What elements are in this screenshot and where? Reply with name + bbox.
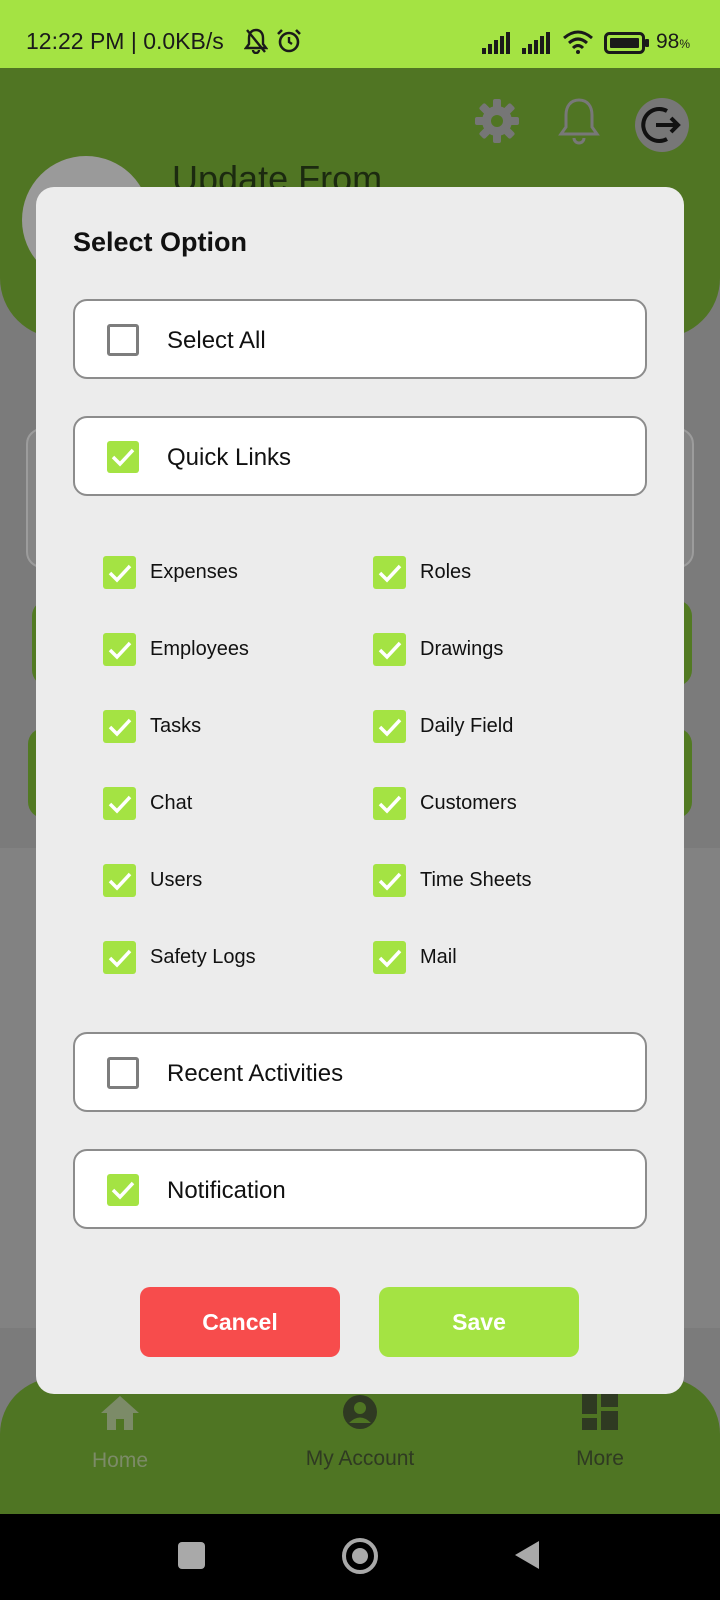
checkmark-icon [108,564,131,583]
quick-link-label: Chat [150,792,193,814]
checkmark-icon [378,872,401,891]
nav-item-home[interactable]: Home [30,1394,210,1473]
quick-link-label: Tasks [150,715,202,737]
quick-link-expenses[interactable]: Expenses [103,556,238,589]
checkmark-icon [108,872,131,891]
option-label: Select All [167,327,266,354]
wifi-icon [562,30,594,59]
battery-icon [604,32,650,59]
quick-link-chat[interactable]: Chat [103,787,192,820]
checkbox[interactable] [373,633,406,666]
checkbox[interactable] [103,941,136,974]
quick-link-customers[interactable]: Customers [373,787,517,820]
checkbox[interactable] [103,787,136,820]
quick-link-roles[interactable]: Roles [373,556,471,589]
nav-item-my-account[interactable]: My Account [270,1394,450,1471]
home-circle-icon[interactable] [341,1537,379,1580]
battery-level: 98% [656,30,691,53]
signal-icon-2 [522,32,554,59]
checkbox[interactable] [373,941,406,974]
bell-icon[interactable] [556,96,602,151]
system-navigation-bar [0,1514,720,1600]
checkbox[interactable] [103,864,136,897]
alarm-icon [276,28,302,59]
quick-link-label: Daily Field [420,715,514,737]
quick-link-users[interactable]: Users [103,864,202,897]
quick-links-checkbox[interactable] [107,441,139,473]
quick-link-label: Roles [420,561,472,583]
option-recent-activities[interactable]: Recent Activities [73,1032,647,1112]
checkmark-icon [378,564,401,583]
option-label: Quick Links [167,444,292,471]
gear-icon[interactable] [472,96,522,151]
checkmark-icon [108,949,131,968]
notification-checkbox[interactable] [107,1174,139,1206]
bell-muted-icon [243,28,269,59]
option-label: Notification [167,1177,286,1204]
option-quick-links[interactable]: Quick Links [73,416,647,496]
checkbox[interactable] [373,710,406,743]
checkmark-icon [111,448,135,467]
checkbox[interactable] [373,787,406,820]
quick-link-label: Customers [420,792,517,814]
cancel-button[interactable]: Cancel [140,1287,340,1357]
dialog-title: Select Option [73,227,248,257]
checkmark-icon [378,949,401,968]
select-all-checkbox[interactable] [107,324,139,356]
option-notification[interactable]: Notification [73,1149,647,1229]
grid-icon [582,1394,618,1430]
checkmark-icon [111,1181,135,1200]
option-select-all[interactable]: Select All [73,299,647,379]
quick-link-mail[interactable]: Mail [373,941,457,974]
checkmark-icon [108,795,131,814]
quick-link-tasks[interactable]: Tasks [103,710,201,743]
quick-link-employees[interactable]: Employees [103,633,249,666]
logout-icon[interactable] [634,97,690,158]
checkmark-icon [378,718,401,737]
quick-link-label: Safety Logs [150,946,256,968]
quick-link-safety-logs[interactable]: Safety Logs [103,941,256,974]
checkbox[interactable] [373,556,406,589]
quick-link-label: Employees [150,638,249,660]
status-time: 12:22 PM | 0.0KB/s [26,28,224,54]
nav-item-more[interactable]: More [510,1394,690,1471]
home-icon [101,1396,139,1430]
option-label: Recent Activities [167,1060,344,1087]
quick-link-time-sheets[interactable]: Time Sheets [373,864,532,897]
checkmark-icon [108,718,131,737]
save-button[interactable]: Save [379,1287,579,1357]
recent-activities-checkbox[interactable] [107,1057,139,1089]
quick-link-drawings[interactable]: Drawings [373,633,503,666]
account-icon [343,1395,377,1429]
quick-link-label: Drawings [420,638,504,660]
back-icon[interactable] [513,1539,541,1576]
checkbox[interactable] [373,864,406,897]
quick-link-label: Time Sheets [420,869,532,891]
status-bar: 12:22 PM | 0.0KB/s 98% [0,0,720,68]
select-option-dialog: Select Option Select All Quick Links Exp… [36,187,684,1394]
checkmark-icon [378,795,401,814]
quick-link-label: Expenses [150,561,238,583]
checkbox[interactable] [103,633,136,666]
recents-icon[interactable] [178,1542,205,1569]
signal-icon [482,32,514,59]
checkmark-icon [108,641,131,660]
checkmark-icon [378,641,401,660]
quick-link-daily-field[interactable]: Daily Field [373,710,513,743]
quick-link-label: Users [150,869,203,891]
quick-link-label: Mail [420,946,457,968]
checkbox[interactable] [103,710,136,743]
checkbox[interactable] [103,556,136,589]
